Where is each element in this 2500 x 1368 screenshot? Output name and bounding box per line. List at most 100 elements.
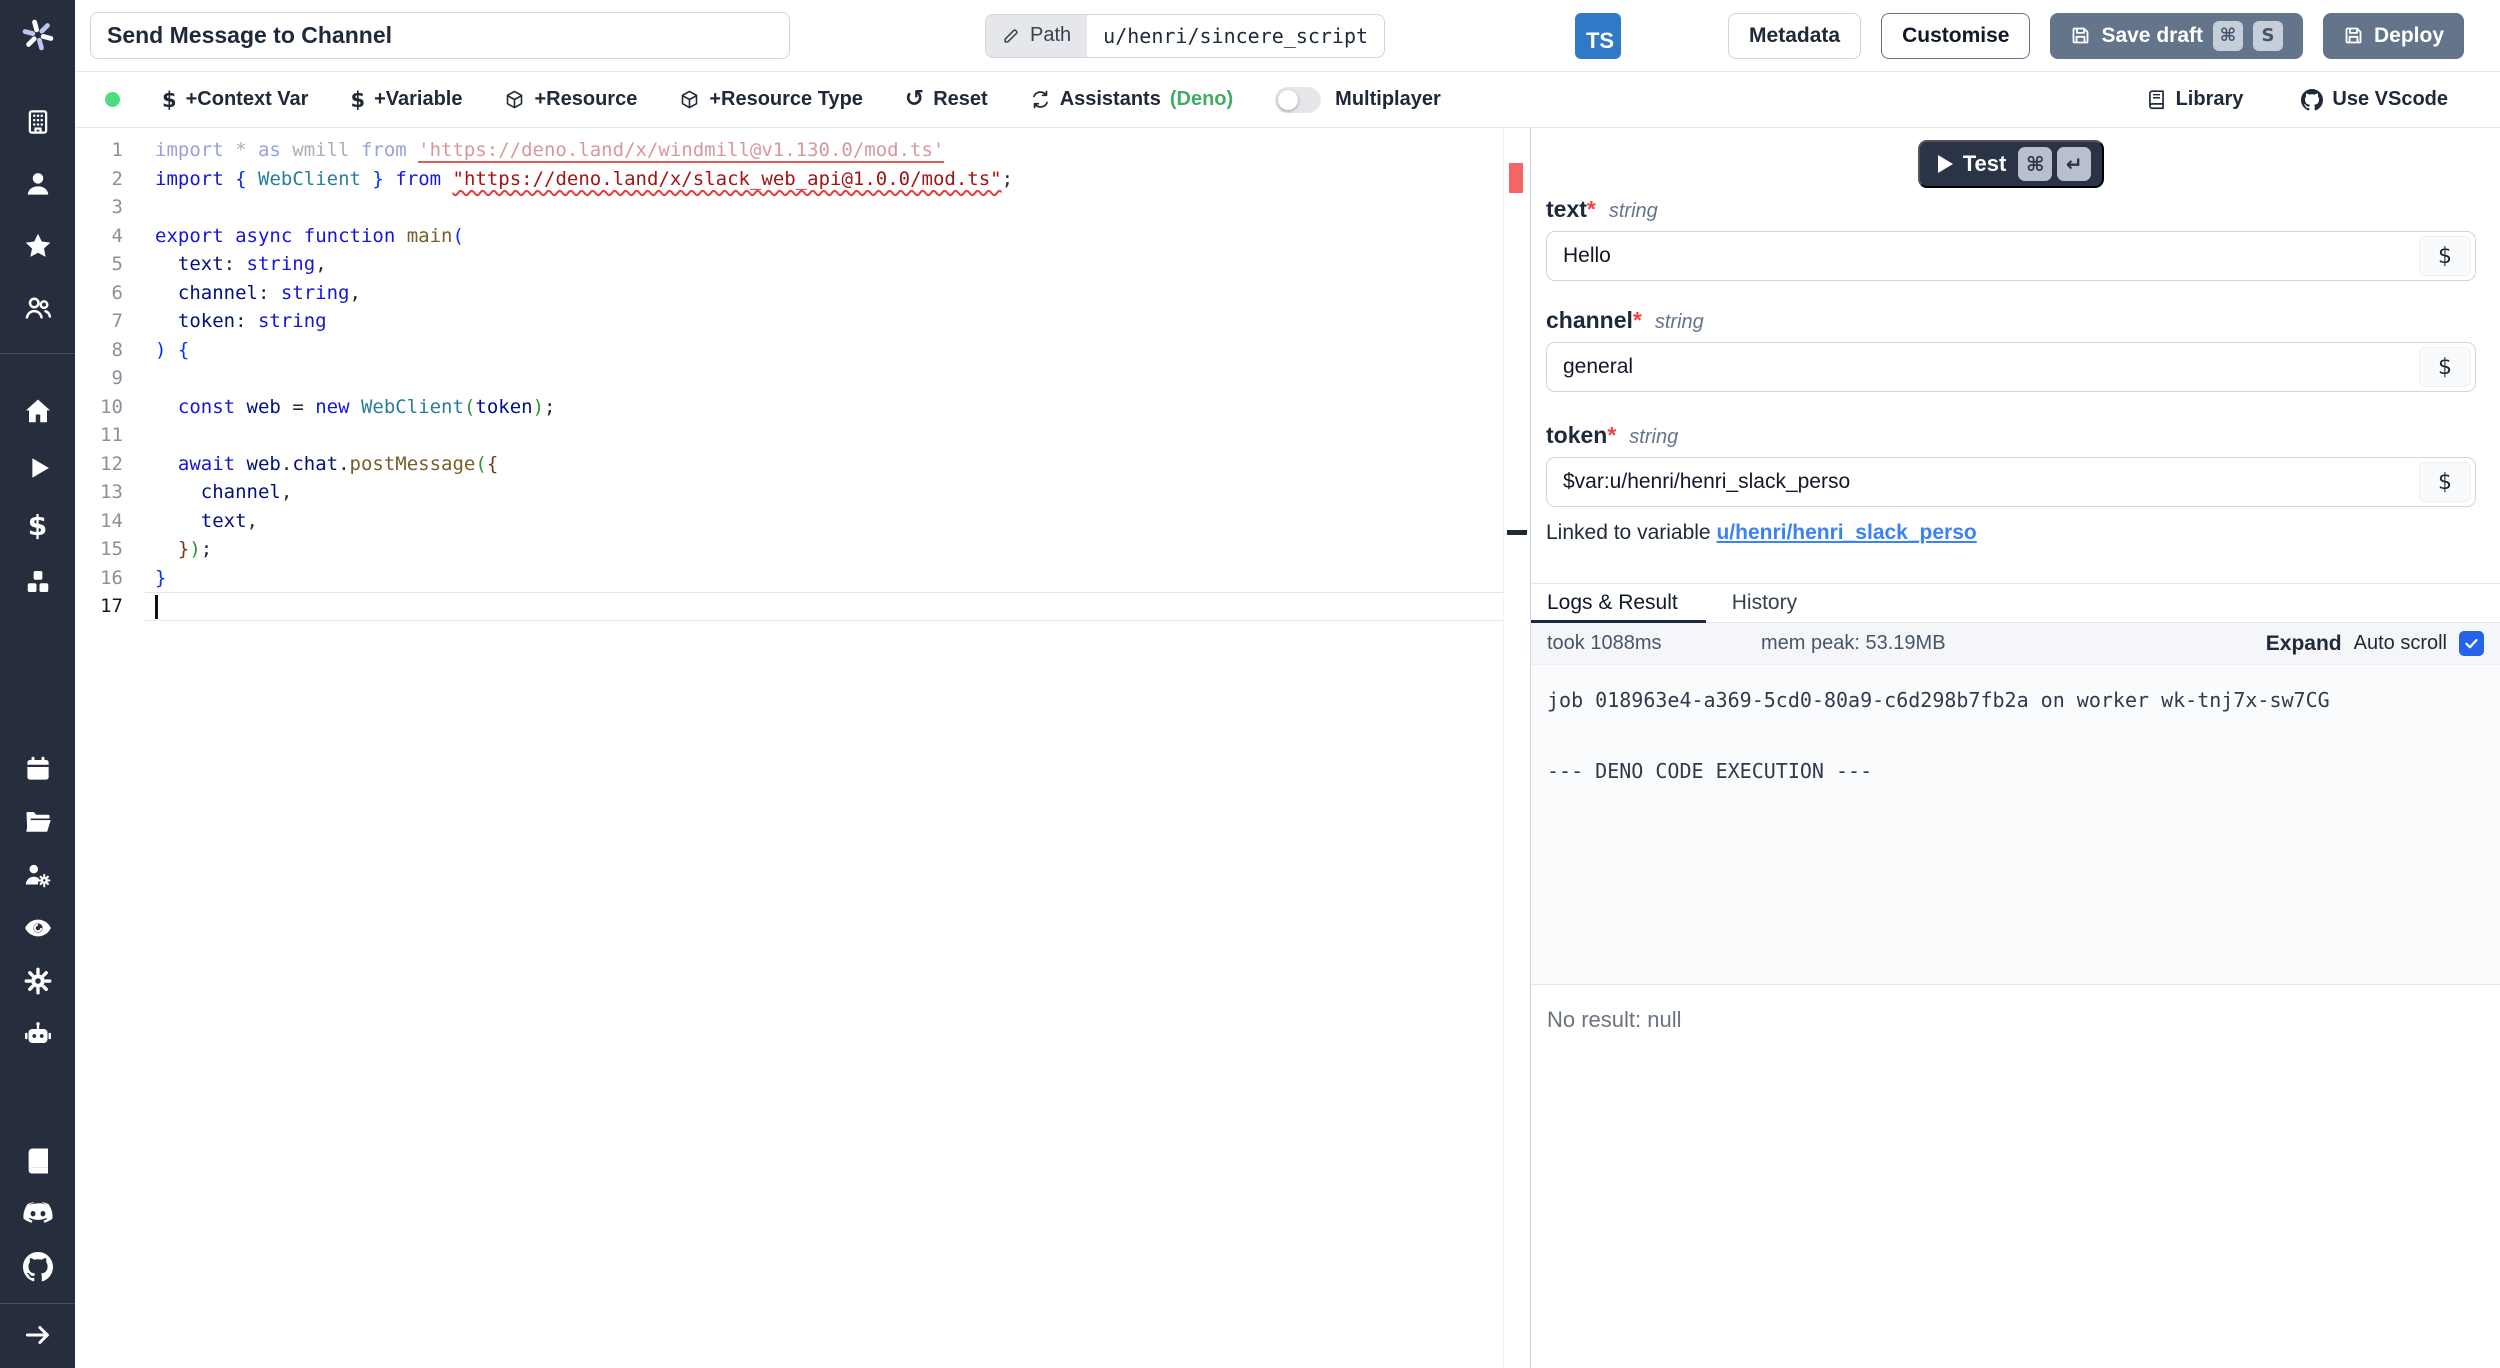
reset-icon: ↺ (905, 88, 924, 111)
script-title-input[interactable] (90, 12, 790, 59)
code-line[interactable]: 1import * as wmill from 'https://deno.la… (75, 136, 1530, 165)
field-row-text: $ (1546, 231, 2476, 281)
building-icon[interactable] (0, 105, 75, 139)
path-chip[interactable]: Path u/henri/sincere_script (985, 14, 1385, 58)
library-button[interactable]: Library (2146, 88, 2244, 111)
cubes-icon[interactable] (0, 565, 75, 599)
insert-variable-button[interactable]: $ (2419, 462, 2471, 502)
use-vscode-button[interactable]: Use VScode (2301, 88, 2448, 111)
multiplayer-toggle[interactable] (1275, 87, 1321, 113)
calendar-icon[interactable] (0, 752, 75, 786)
dollar-icon: $ (162, 88, 177, 112)
editor-toolbar: $ +Context Var $ +Variable +Resource (75, 72, 2500, 128)
github-icon[interactable] (0, 1250, 75, 1284)
bot-icon[interactable] (0, 1017, 75, 1051)
code-line[interactable]: 14 text, (75, 507, 1530, 536)
users-gear-icon[interactable] (0, 858, 75, 892)
reset-button[interactable]: ↺ Reset (905, 88, 988, 111)
line-number: 7 (75, 307, 145, 336)
save-icon (2070, 25, 2091, 46)
code-line[interactable]: 3 (75, 193, 1530, 222)
home-icon[interactable] (0, 394, 75, 428)
code-line[interactable]: 13 channel, (75, 478, 1530, 507)
multiplayer-label: Multiplayer (1335, 88, 1441, 111)
code-line[interactable]: 7 token: string (75, 307, 1530, 336)
token-field-input[interactable] (1547, 458, 2415, 506)
code-line[interactable]: 12 await web.chat.postMessage({ (75, 450, 1530, 479)
text-field-input[interactable] (1547, 232, 2415, 280)
insert-variable-button[interactable]: $ (2419, 236, 2471, 276)
field-label-token: token* string (1546, 422, 2476, 449)
text-cursor (155, 595, 158, 619)
gear-icon[interactable] (0, 964, 75, 998)
add-variable-button[interactable]: $ +Variable (350, 88, 462, 112)
cmd-keycap: ⌘ (2018, 147, 2052, 181)
folder-open-icon[interactable] (0, 805, 75, 839)
code-line[interactable]: 4export async function main( (75, 222, 1530, 251)
path-label: Path (1030, 24, 1071, 47)
line-number: 3 (75, 193, 145, 222)
code-line[interactable]: 8) { (75, 336, 1530, 365)
line-number: 5 (75, 250, 145, 279)
line-number: 13 (75, 478, 145, 507)
field-label-channel: channel* string (1546, 307, 2476, 334)
line-number: 1 (75, 136, 145, 165)
package-icon (504, 89, 525, 110)
arrow-right-icon[interactable] (0, 1318, 75, 1352)
tab-history[interactable]: History (1706, 584, 1823, 622)
metadata-button[interactable]: Metadata (1728, 13, 1861, 59)
linked-variable-link[interactable]: u/henri/henri_slack_perso (1716, 521, 1976, 544)
code-line[interactable]: 6 channel: string, (75, 279, 1530, 308)
channel-field-input[interactable] (1547, 343, 2415, 391)
add-context-var-button[interactable]: $ +Context Var (162, 88, 308, 112)
dollar-icon[interactable]: $ (0, 508, 75, 542)
customise-button[interactable]: Customise (1881, 13, 2030, 59)
right-panel: Test ⌘ ↵ text* string $ (1530, 128, 2500, 1368)
code-line[interactable]: 17 (75, 592, 1530, 621)
error-marker (1509, 163, 1523, 193)
line-number: 6 (75, 279, 145, 308)
users-icon[interactable] (0, 291, 75, 325)
code-line[interactable]: 5 text: string, (75, 250, 1530, 279)
code-line[interactable]: 9 (75, 364, 1530, 393)
user-icon[interactable] (0, 167, 75, 201)
assistants-language: (Deno) (1170, 88, 1233, 111)
code-editor[interactable]: 1import * as wmill from 'https://deno.la… (75, 128, 1530, 1368)
deploy-button[interactable]: Deploy (2323, 13, 2464, 59)
result-tabs: Logs & Result History (1531, 583, 2500, 623)
code-line[interactable]: 10 const web = new WebClient(token); (75, 393, 1530, 422)
save-draft-button[interactable]: Save draft ⌘ S (2050, 13, 2303, 59)
enter-keycap: ↵ (2057, 147, 2091, 181)
star-icon[interactable] (0, 229, 75, 263)
field-row-channel: $ (1546, 342, 2476, 392)
line-number: 17 (75, 592, 145, 621)
assistants-button[interactable]: Assistants (Deno) (1030, 88, 1233, 111)
expand-button[interactable]: Expand (2266, 632, 2342, 656)
result-output: No result: null (1531, 985, 2500, 1368)
multiplayer-control: Multiplayer (1275, 87, 1441, 113)
autoscroll-checkbox[interactable] (2459, 631, 2484, 656)
book-icon (2146, 89, 2167, 110)
book-icon[interactable] (0, 1144, 75, 1178)
test-button[interactable]: Test ⌘ ↵ (1918, 140, 2105, 188)
add-resource-button[interactable]: +Resource (504, 88, 637, 111)
code-line[interactable]: 16} (75, 564, 1530, 593)
insert-variable-button[interactable]: $ (2419, 347, 2471, 387)
code-line[interactable]: 15 }); (75, 535, 1530, 564)
windmill-logo[interactable] (0, 0, 75, 69)
log-output[interactable]: job 018963e4-a369-5cd0-80a9-c6d298b7fb2a… (1531, 665, 2500, 985)
eye-icon[interactable] (0, 911, 75, 945)
discord-icon[interactable] (0, 1197, 75, 1231)
tab-logs-result[interactable]: Logs & Result (1531, 584, 1706, 622)
typescript-badge: TS (1575, 13, 1621, 59)
play-icon[interactable] (0, 451, 75, 485)
line-number: 2 (75, 165, 145, 194)
linked-variable-row: Linked to variable u/henri/henri_slack_p… (1546, 521, 2476, 545)
overview-ruler[interactable] (1503, 128, 1530, 1368)
code-line[interactable]: 2import { WebClient } from "https://deno… (75, 165, 1530, 194)
line-number: 16 (75, 564, 145, 593)
line-number: 9 (75, 364, 145, 393)
add-resource-type-button[interactable]: +Resource Type (679, 88, 863, 111)
code-line[interactable]: 11 (75, 421, 1530, 450)
cursor-marker (1507, 530, 1527, 535)
